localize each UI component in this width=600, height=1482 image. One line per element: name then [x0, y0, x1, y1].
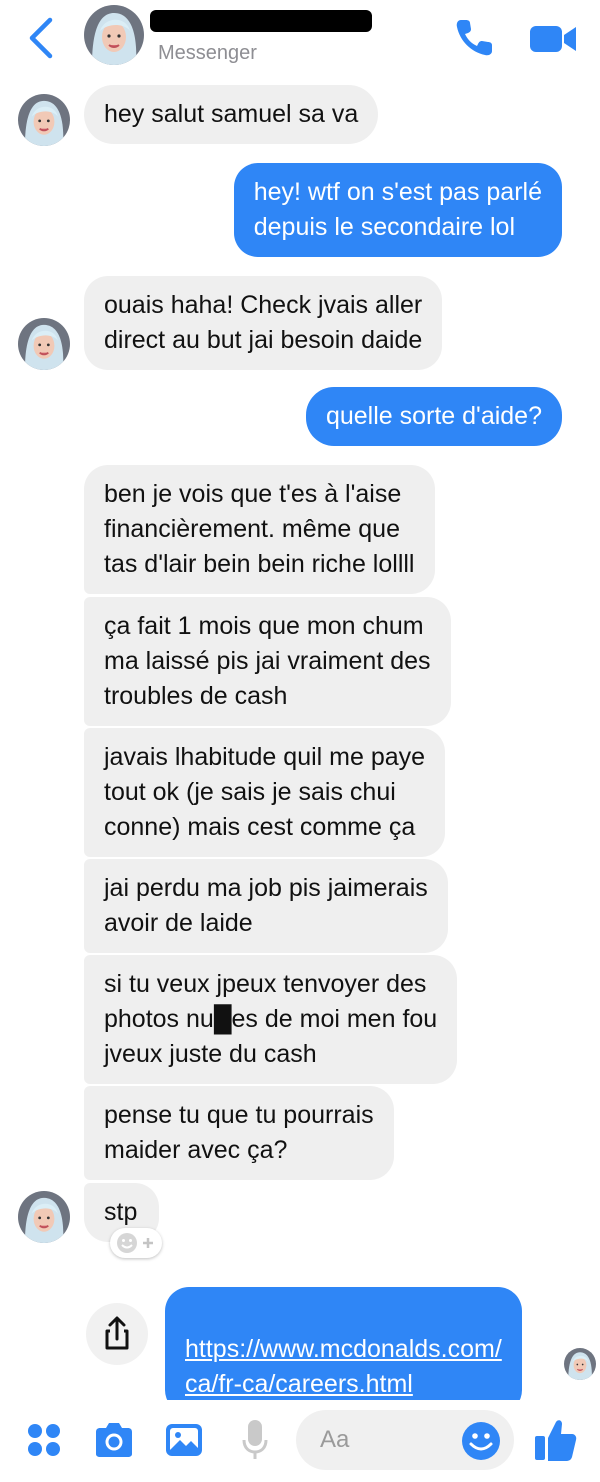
share-button[interactable]	[86, 1303, 148, 1365]
phone-icon	[456, 20, 492, 56]
outgoing-message[interactable]: hey! wtf on s'est pas parlé depuis le se…	[233, 163, 562, 257]
incoming-message[interactable]: javais lhabitude quil me paye tout ok (j…	[84, 728, 446, 857]
message-input-placeholder: Aa	[320, 1426, 350, 1453]
video-call-button[interactable]	[526, 16, 580, 62]
add-reaction-button[interactable]	[110, 1228, 162, 1258]
apps-dots-icon[interactable]	[26, 1422, 62, 1458]
gallery-icon[interactable]	[164, 1422, 204, 1458]
share-icon	[105, 1316, 129, 1350]
camera-icon[interactable]	[92, 1420, 136, 1460]
video-camera-icon	[530, 26, 576, 52]
incoming-message[interactable]: jai perdu ma job pis jaimerais avoir de …	[84, 859, 448, 953]
voice-call-button[interactable]	[452, 14, 498, 60]
add-reaction-icon	[117, 1233, 153, 1253]
seen-receipt-avatar	[564, 1348, 596, 1380]
microphone-icon[interactable]	[240, 1418, 270, 1462]
outgoing-link-message[interactable]: https://www.mcdonalds.com/ ca/fr-ca/care…	[165, 1287, 522, 1414]
incoming-message[interactable]: ouais haha! Check jvais aller direct au …	[84, 276, 443, 370]
sender-avatar[interactable]	[18, 1191, 70, 1243]
composer-bar: Aa	[0, 1400, 600, 1482]
outgoing-message[interactable]: quelle sorte d'aide?	[305, 387, 562, 446]
contact-avatar[interactable]	[84, 5, 144, 65]
header-subtitle: Messenger	[158, 42, 257, 64]
incoming-message[interactable]: ça fait 1 mois que mon chum ma laissé pi…	[84, 597, 451, 726]
sender-avatar[interactable]	[18, 94, 70, 146]
incoming-message[interactable]: ben je vois que t'es à l'aise financière…	[84, 465, 435, 594]
contact-name-redacted[interactable]	[150, 10, 372, 32]
conversation-header: Messenger	[0, 0, 600, 82]
thumbs-up-icon[interactable]	[532, 1416, 578, 1464]
back-chevron-icon	[29, 17, 53, 59]
emoji-icon[interactable]	[460, 1420, 502, 1462]
back-button[interactable]	[22, 16, 62, 60]
message-link[interactable]: https://www.mcdonalds.com/ ca/fr-ca/care…	[185, 1335, 502, 1398]
incoming-message[interactable]: pense tu que tu pourrais maider avec ça?	[84, 1086, 394, 1180]
incoming-message[interactable]: si tu veux jpeux tenvoyer des photos nu█…	[84, 955, 458, 1084]
incoming-message[interactable]: hey salut samuel sa va	[84, 85, 379, 144]
sender-avatar[interactable]	[18, 318, 70, 370]
